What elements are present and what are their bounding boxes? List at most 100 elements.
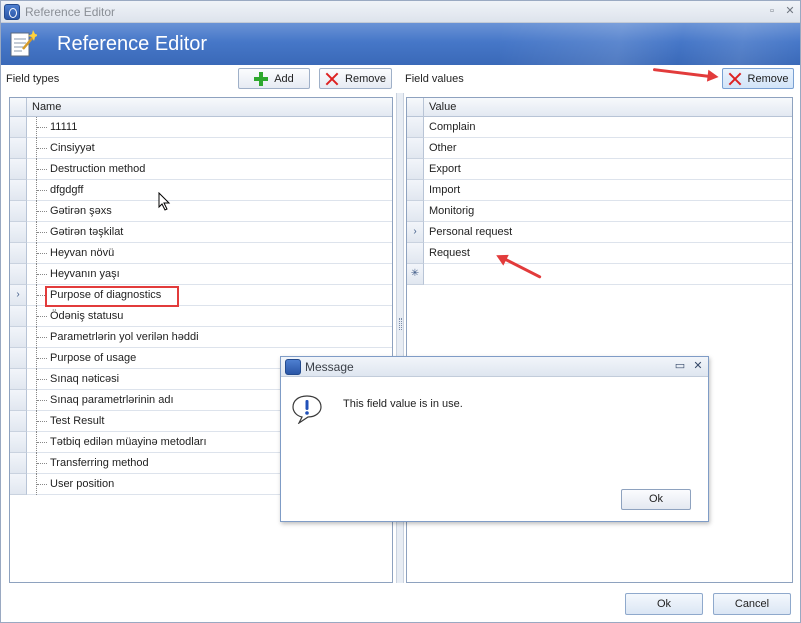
- cell-text[interactable]: Cinsiyyət: [50, 142, 95, 154]
- table-row[interactable]: Complain: [407, 117, 792, 138]
- table-row[interactable]: › Personal request: [407, 222, 792, 243]
- table-row[interactable]: Heyvan növü: [10, 243, 392, 264]
- tree-connector: [36, 390, 48, 411]
- cell-text[interactable]: Complain: [429, 121, 475, 133]
- grid-header: Name: [10, 98, 392, 117]
- header-banner: Reference Editor: [1, 23, 800, 65]
- dialog-title: Message: [305, 360, 354, 374]
- row-indicator[interactable]: [10, 222, 27, 243]
- cell-text[interactable]: Parametrlərin yol verilən həddi: [50, 331, 199, 343]
- row-indicator[interactable]: [10, 327, 27, 348]
- new-row-icon[interactable]: ✳: [407, 264, 424, 285]
- cell-text[interactable]: Sınaq nəticəsi: [50, 373, 119, 385]
- row-indicator[interactable]: [10, 180, 27, 201]
- cell-text[interactable]: Request: [429, 247, 470, 259]
- annotation-arrow: [652, 68, 715, 79]
- row-indicator[interactable]: [10, 306, 27, 327]
- cell-text[interactable]: Test Result: [50, 415, 104, 427]
- tree-connector: [36, 159, 48, 180]
- cell-text[interactable]: dfgdgff: [50, 184, 83, 196]
- new-row[interactable]: ✳: [407, 264, 792, 285]
- row-indicator[interactable]: [407, 201, 424, 222]
- row-indicator[interactable]: [10, 243, 27, 264]
- table-row[interactable]: Export: [407, 159, 792, 180]
- row-indicator[interactable]: [10, 264, 27, 285]
- cell-text[interactable]: Personal request: [429, 226, 512, 238]
- row-indicator[interactable]: [10, 348, 27, 369]
- cell-text[interactable]: 11111: [50, 121, 77, 133]
- row-indicator[interactable]: [407, 180, 424, 201]
- row-indicator[interactable]: [407, 138, 424, 159]
- table-row[interactable]: Gətirən təşkilat: [10, 222, 392, 243]
- value-column-header[interactable]: Value: [429, 101, 456, 113]
- tree-connector: [36, 432, 48, 453]
- cell-text[interactable]: Gətirən şəxs: [50, 205, 112, 217]
- row-indicator[interactable]: [10, 453, 27, 474]
- cell-text[interactable]: Sınaq parametrlərinin adı: [50, 394, 174, 406]
- remove-field-value-button[interactable]: Remove: [722, 68, 794, 89]
- name-column-header[interactable]: Name: [32, 101, 61, 113]
- info-exclamation-icon: [292, 395, 322, 424]
- table-row[interactable]: Ödəniş statusu: [10, 306, 392, 327]
- cell-text[interactable]: Import: [429, 184, 460, 196]
- row-indicator[interactable]: [407, 159, 424, 180]
- tree-connector: [36, 327, 48, 348]
- table-row[interactable]: Heyvanın yaşı: [10, 264, 392, 285]
- table-row[interactable]: Destruction method: [10, 159, 392, 180]
- table-row[interactable]: Monitorig: [407, 201, 792, 222]
- dialog-maximize-button[interactable]: ▭: [673, 359, 687, 373]
- row-indicator[interactable]: [10, 138, 27, 159]
- cell-text[interactable]: Heyvan növü: [50, 247, 114, 259]
- cell-text[interactable]: Heyvanın yaşı: [50, 268, 120, 280]
- tree-connector: [36, 411, 48, 432]
- cell-text[interactable]: Destruction method: [50, 163, 145, 175]
- add-button[interactable]: Add: [238, 68, 310, 89]
- row-indicator[interactable]: [10, 474, 27, 495]
- maximize-button[interactable]: ▫: [765, 4, 779, 18]
- cell-text[interactable]: User position: [50, 478, 114, 490]
- table-row[interactable]: Parametrlərin yol verilən həddi: [10, 327, 392, 348]
- row-indicator[interactable]: [10, 369, 27, 390]
- tree-connector: [36, 264, 48, 285]
- cell-text[interactable]: Gətirən təşkilat: [50, 226, 123, 238]
- app-icon: [4, 4, 20, 20]
- cell-text[interactable]: Purpose of usage: [50, 352, 136, 364]
- table-row[interactable]: Cinsiyyət: [10, 138, 392, 159]
- cancel-button[interactable]: Cancel: [713, 593, 791, 615]
- row-indicator[interactable]: [10, 390, 27, 411]
- row-indicator[interactable]: ›: [407, 222, 424, 243]
- cell-text[interactable]: Transferring method: [50, 457, 149, 469]
- title-bar: Reference Editor ▫ ✕: [1, 1, 800, 23]
- row-indicator[interactable]: [10, 117, 27, 138]
- dialog-ok-button[interactable]: Ok: [621, 489, 691, 510]
- table-row[interactable]: 11111: [10, 117, 392, 138]
- table-row[interactable]: dfgdgff: [10, 180, 392, 201]
- table-row[interactable]: Import: [407, 180, 792, 201]
- table-row[interactable]: Request: [407, 243, 792, 264]
- row-indicator[interactable]: [10, 432, 27, 453]
- cell-text[interactable]: Export: [429, 163, 461, 175]
- table-row[interactable]: Gətirən şəxs: [10, 201, 392, 222]
- splitter-grip: [399, 318, 402, 330]
- ok-button[interactable]: Ok: [625, 593, 703, 615]
- table-row[interactable]: Other: [407, 138, 792, 159]
- header-corner: [407, 98, 424, 116]
- dialog-close-button[interactable]: ✕: [691, 359, 705, 373]
- row-indicator[interactable]: [10, 159, 27, 180]
- row-indicator[interactable]: [407, 117, 424, 138]
- tree-connector: [36, 453, 48, 474]
- tree-connector: [36, 201, 48, 222]
- cell-text[interactable]: Ödəniş statusu: [50, 310, 123, 322]
- field-values-label: Field values: [405, 73, 464, 85]
- row-indicator[interactable]: ›: [10, 285, 27, 306]
- row-indicator[interactable]: [10, 411, 27, 432]
- row-indicator[interactable]: [407, 243, 424, 264]
- remove-field-type-button[interactable]: Remove: [319, 68, 392, 89]
- cell-text[interactable]: Monitorig: [429, 205, 474, 217]
- reference-editor-window: Reference Editor ▫ ✕ Reference Editor Fi…: [0, 0, 801, 623]
- row-indicator[interactable]: [10, 201, 27, 222]
- cell-text[interactable]: Other: [429, 142, 457, 154]
- tree-connector: [36, 474, 48, 495]
- cell-text[interactable]: Tətbiq edilən müayinə metodları: [50, 436, 207, 448]
- close-button[interactable]: ✕: [783, 4, 797, 18]
